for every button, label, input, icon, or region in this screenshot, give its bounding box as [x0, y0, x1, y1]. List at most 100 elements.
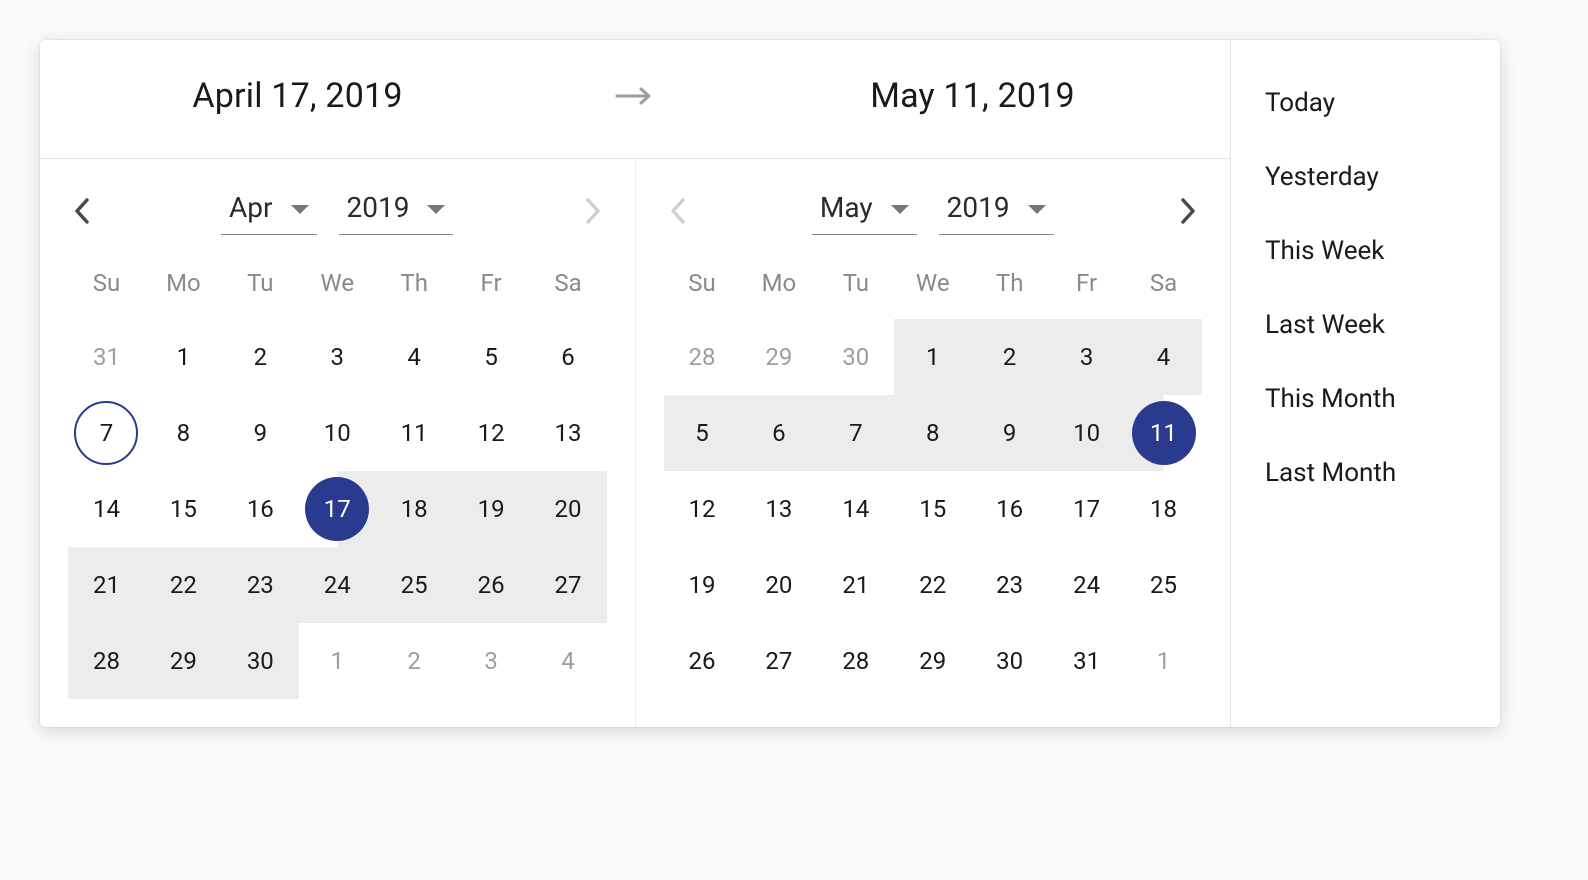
day-cell[interactable]: 30 [222, 623, 299, 699]
day-cell[interactable]: 12 [664, 471, 741, 547]
weekday-label: Su [664, 259, 741, 307]
day-cell[interactable]: 30 [817, 319, 894, 395]
day-cell[interactable]: 13 [740, 471, 817, 547]
day-cell[interactable]: 3 [299, 319, 376, 395]
day-cell[interactable]: 25 [376, 547, 453, 623]
day-cell[interactable]: 5 [453, 319, 530, 395]
day-cell[interactable]: 1 [894, 319, 971, 395]
day-number: 2 [978, 325, 1042, 389]
day-cell[interactable]: 3 [453, 623, 530, 699]
day-cell[interactable]: 20 [530, 471, 607, 547]
day-grid-end: 2829301234567891011121314151617181920212… [664, 319, 1203, 699]
day-number: 1 [1132, 629, 1196, 693]
day-cell[interactable]: 23 [971, 547, 1048, 623]
day-cell[interactable]: 2 [971, 319, 1048, 395]
day-cell[interactable]: 26 [664, 623, 741, 699]
preset-option[interactable]: Today [1231, 66, 1500, 140]
day-cell[interactable]: 16 [222, 471, 299, 547]
day-cell[interactable]: 13 [530, 395, 607, 471]
day-cell[interactable]: 2 [222, 319, 299, 395]
day-cell[interactable]: 4 [1125, 319, 1202, 395]
day-cell[interactable]: 8 [145, 395, 222, 471]
weekday-label: Mo [740, 259, 817, 307]
month-select[interactable]: Apr [221, 187, 316, 235]
day-cell[interactable]: 7 [68, 395, 145, 471]
weekday-label: Th [971, 259, 1048, 307]
day-cell[interactable]: 22 [894, 547, 971, 623]
day-cell[interactable]: 8 [894, 395, 971, 471]
day-cell[interactable]: 16 [971, 471, 1048, 547]
day-cell[interactable]: 19 [453, 471, 530, 547]
day-number: 6 [747, 401, 811, 465]
day-cell[interactable]: 28 [664, 319, 741, 395]
year-select[interactable]: 2019 [339, 187, 454, 235]
weekday-label: Mo [145, 259, 222, 307]
day-cell[interactable]: 30 [971, 623, 1048, 699]
day-cell[interactable]: 9 [971, 395, 1048, 471]
day-cell[interactable]: 2 [376, 623, 453, 699]
day-number: 18 [382, 477, 446, 541]
day-cell[interactable]: 19 [664, 547, 741, 623]
day-cell[interactable]: 1 [1125, 623, 1202, 699]
day-cell[interactable]: 6 [530, 319, 607, 395]
day-number: 29 [151, 629, 215, 693]
month-select[interactable]: May [812, 187, 917, 235]
day-cell[interactable]: 3 [1048, 319, 1125, 395]
day-cell[interactable]: 28 [68, 623, 145, 699]
day-cell[interactable]: 29 [145, 623, 222, 699]
day-cell[interactable]: 1 [145, 319, 222, 395]
preset-option[interactable]: This Month [1231, 362, 1500, 436]
day-number: 16 [978, 477, 1042, 541]
day-cell[interactable]: 10 [299, 395, 376, 471]
day-cell[interactable]: 27 [530, 547, 607, 623]
day-cell[interactable]: 18 [376, 471, 453, 547]
preset-option[interactable]: This Week [1231, 214, 1500, 288]
day-cell[interactable]: 29 [894, 623, 971, 699]
day-cell[interactable]: 9 [222, 395, 299, 471]
day-cell[interactable]: 20 [740, 547, 817, 623]
day-cell[interactable]: 7 [817, 395, 894, 471]
day-cell[interactable]: 21 [68, 547, 145, 623]
day-cell[interactable]: 24 [299, 547, 376, 623]
day-number: 14 [74, 477, 138, 541]
day-cell[interactable]: 31 [1048, 623, 1125, 699]
day-cell[interactable]: 11 [1125, 395, 1202, 471]
weekday-label: Su [68, 259, 145, 307]
day-cell[interactable]: 21 [817, 547, 894, 623]
day-cell[interactable]: 24 [1048, 547, 1125, 623]
day-cell[interactable]: 1 [299, 623, 376, 699]
day-cell[interactable]: 15 [894, 471, 971, 547]
preset-option[interactable]: Yesterday [1231, 140, 1500, 214]
day-cell[interactable]: 17 [1048, 471, 1125, 547]
day-cell[interactable]: 14 [68, 471, 145, 547]
preset-option[interactable]: Last Month [1231, 436, 1500, 510]
preset-option[interactable]: Last Week [1231, 288, 1500, 362]
day-cell[interactable]: 26 [453, 547, 530, 623]
day-number: 19 [459, 477, 523, 541]
day-cell[interactable]: 23 [222, 547, 299, 623]
day-cell[interactable]: 27 [740, 623, 817, 699]
prev-month-button[interactable] [62, 191, 102, 236]
day-cell[interactable]: 14 [817, 471, 894, 547]
day-cell[interactable]: 18 [1125, 471, 1202, 547]
day-number: 1 [151, 325, 215, 389]
calendar-end: May 2019 SuMoTuWeThFrSa 2829301234567891… [635, 159, 1231, 727]
weekday-label: We [299, 259, 376, 307]
day-cell[interactable]: 31 [68, 319, 145, 395]
day-cell[interactable]: 5 [664, 395, 741, 471]
day-cell[interactable]: 10 [1048, 395, 1125, 471]
day-cell[interactable]: 29 [740, 319, 817, 395]
day-cell[interactable]: 11 [376, 395, 453, 471]
day-cell[interactable]: 25 [1125, 547, 1202, 623]
day-cell[interactable]: 12 [453, 395, 530, 471]
year-select[interactable]: 2019 [939, 187, 1054, 235]
day-cell[interactable]: 17 [299, 471, 376, 547]
day-cell[interactable]: 4 [376, 319, 453, 395]
day-cell[interactable]: 22 [145, 547, 222, 623]
day-cell[interactable]: 15 [145, 471, 222, 547]
day-number: 23 [978, 553, 1042, 617]
next-month-button[interactable] [1168, 191, 1208, 236]
day-cell[interactable]: 28 [817, 623, 894, 699]
day-cell[interactable]: 6 [740, 395, 817, 471]
day-cell[interactable]: 4 [530, 623, 607, 699]
